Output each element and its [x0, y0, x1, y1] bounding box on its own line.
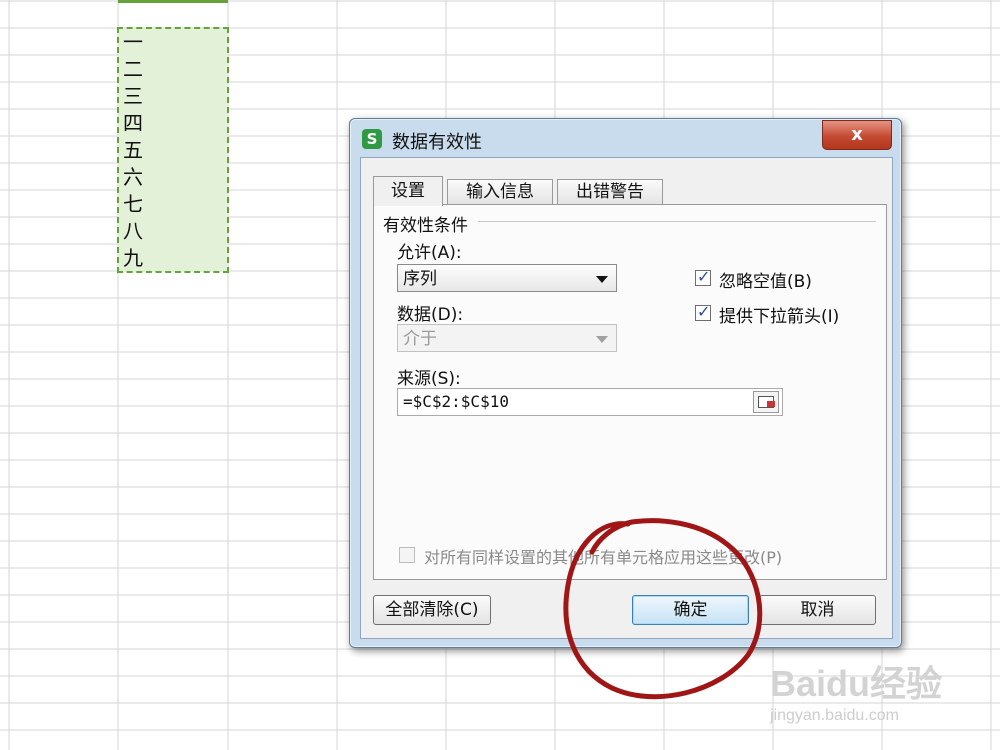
- allow-select-value: 序列: [403, 269, 437, 289]
- baidu-logo: Baidu经验: [770, 663, 943, 704]
- cell-c10[interactable]: 九: [123, 247, 143, 269]
- close-icon: x: [851, 124, 863, 145]
- cell-c7[interactable]: 六: [123, 166, 143, 188]
- data-label: 数据(D):: [397, 305, 464, 325]
- cell-c6[interactable]: 五: [123, 139, 143, 161]
- apply-all-label: 对所有同样设置的其他所有单元格应用这些更改(P): [424, 548, 783, 567]
- dialog-title: 数据有效性: [392, 132, 482, 153]
- cell-c4[interactable]: 三: [123, 85, 143, 107]
- cell-c3[interactable]: 二: [123, 58, 143, 80]
- dialog-body: 设置 输入信息 出错警告 有效性条件 允许(A): 序列 数据(D): 介于 ✓…: [360, 157, 893, 639]
- range-picker-button[interactable]: [753, 391, 779, 413]
- cancel-button[interactable]: 取消: [759, 595, 876, 625]
- close-button[interactable]: x: [822, 120, 892, 150]
- tab-error-alert[interactable]: 出错警告: [557, 179, 663, 205]
- tab-input-message[interactable]: 输入信息: [447, 179, 553, 205]
- allow-select[interactable]: 序列: [397, 264, 617, 292]
- group-title: 有效性条件: [383, 216, 468, 236]
- column-header-highlight: [118, 0, 228, 3]
- data-select-value: 介于: [403, 329, 437, 349]
- chevron-down-icon: [596, 276, 608, 283]
- dialog-titlebar[interactable]: S 数据有效性 x: [350, 119, 901, 157]
- in-cell-dropdown-checkbox[interactable]: ✓: [695, 302, 711, 321]
- settings-panel: 有效性条件 允许(A): 序列 数据(D): 介于 ✓ 忽略空值(B) ✓ 提供…: [373, 204, 887, 580]
- source-input[interactable]: =$C$2:$C$10: [397, 388, 783, 416]
- apply-all-checkbox: [399, 547, 415, 563]
- in-cell-dropdown-label[interactable]: 提供下拉箭头(I): [719, 302, 839, 327]
- cell-c8[interactable]: 七: [123, 193, 143, 215]
- data-validation-dialog: S 数据有效性 x 设置 输入信息 出错警告 有效性条件 允许(A): 序列 数…: [349, 118, 902, 648]
- source-label: 来源(S):: [397, 369, 461, 389]
- cell-c5[interactable]: 四: [123, 112, 143, 134]
- cell-c9[interactable]: 八: [123, 220, 143, 242]
- baidu-watermark: Baidu经验 jingyan.baidu.com: [760, 645, 980, 740]
- ignore-blank-label[interactable]: 忽略空值(B): [719, 267, 812, 292]
- watermark-url: jingyan.baidu.com: [770, 707, 899, 724]
- ok-button[interactable]: 确定: [632, 595, 749, 625]
- checkmark-icon: ✓: [697, 267, 711, 286]
- wps-spreadsheet-icon: S: [362, 129, 382, 149]
- clear-all-button[interactable]: 全部清除(C): [373, 595, 491, 625]
- checkmark-icon: ✓: [697, 302, 711, 321]
- allow-label: 允许(A):: [397, 243, 462, 263]
- chevron-down-icon: [596, 336, 608, 343]
- group-divider: [478, 221, 876, 222]
- cell-c2[interactable]: 一: [123, 31, 143, 53]
- data-select: 介于: [397, 324, 617, 352]
- tab-settings[interactable]: 设置: [373, 176, 443, 206]
- ignore-blank-checkbox[interactable]: ✓: [695, 267, 711, 286]
